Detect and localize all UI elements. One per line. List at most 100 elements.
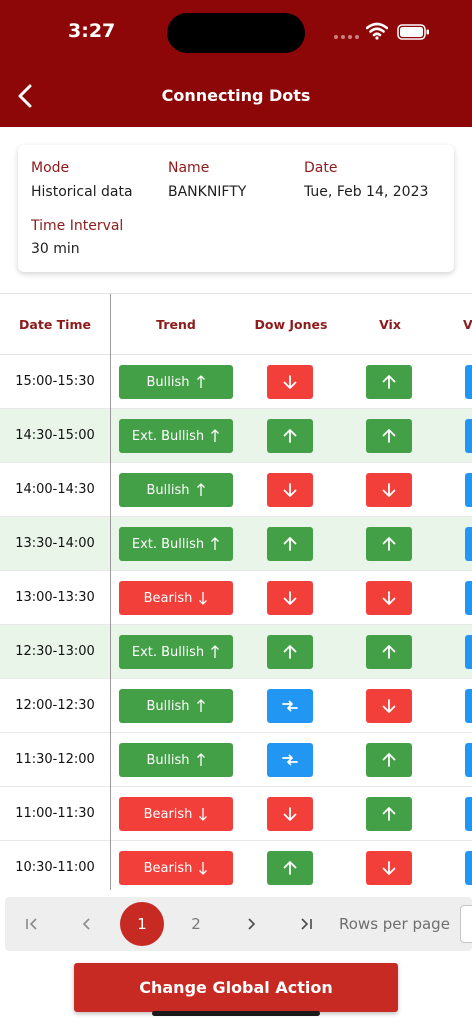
row-time: 13:00-13:30 bbox=[15, 590, 95, 605]
dow-jones-indicator[interactable] bbox=[267, 797, 313, 831]
vix-indicator[interactable] bbox=[366, 365, 412, 399]
trend-badge[interactable]: Bearish bbox=[119, 581, 233, 615]
next-column-indicator[interactable] bbox=[465, 743, 472, 777]
status-time: 3:27 bbox=[68, 20, 116, 42]
trend-badge[interactable]: Bearish bbox=[119, 851, 233, 885]
next-page-button[interactable] bbox=[234, 897, 268, 951]
trend-label: Bullish bbox=[146, 752, 190, 768]
rows-per-page-select[interactable] bbox=[460, 905, 472, 943]
mode-value: Historical data bbox=[31, 184, 133, 200]
trend-badge[interactable]: Bullish bbox=[119, 365, 233, 399]
arrow-up-icon bbox=[382, 537, 396, 551]
trend-label: Bullish bbox=[146, 482, 190, 498]
arrow-down-icon bbox=[382, 483, 396, 497]
row-time: 10:30-11:00 bbox=[15, 860, 95, 875]
vix-indicator[interactable] bbox=[366, 851, 412, 885]
data-table[interactable]: Date Time Trend Dow Jones Vix V 15:00-15… bbox=[0, 293, 472, 890]
trend-badge[interactable]: Bullish bbox=[119, 689, 233, 723]
vix-indicator[interactable] bbox=[366, 527, 412, 561]
trend-badge[interactable]: Bullish bbox=[119, 743, 233, 777]
previous-page-button[interactable] bbox=[70, 897, 104, 951]
next-column-indicator[interactable] bbox=[465, 689, 472, 723]
dow-jones-indicator[interactable] bbox=[267, 743, 313, 777]
table-row[interactable]: 12:30-13:00 Ext. Bullish bbox=[0, 625, 472, 679]
table-row[interactable]: 12:00-12:30 Bullish bbox=[0, 679, 472, 733]
app-header: 3:27 Connecting Dots bbox=[0, 0, 472, 127]
table-row[interactable]: 13:00-13:30 Bearish bbox=[0, 571, 472, 625]
next-column-indicator[interactable] bbox=[465, 797, 472, 831]
table-row[interactable]: 10:30-11:00 Bearish bbox=[0, 841, 472, 890]
dow-jones-indicator[interactable] bbox=[267, 581, 313, 615]
next-column-indicator[interactable] bbox=[465, 527, 472, 561]
current-page-button[interactable]: 1 bbox=[120, 902, 164, 946]
arrows-converge-icon bbox=[282, 754, 298, 766]
battery-icon bbox=[397, 24, 429, 40]
mode-label: Mode bbox=[31, 160, 70, 176]
first-page-button[interactable] bbox=[15, 897, 49, 951]
trend-badge[interactable]: Ext. Bullish bbox=[119, 635, 233, 669]
next-column-indicator[interactable] bbox=[465, 635, 472, 669]
arrow-down-icon bbox=[199, 592, 208, 605]
last-page-button[interactable] bbox=[289, 897, 323, 951]
pagination: 1 2 Rows per page bbox=[5, 897, 472, 951]
row-time: 14:30-15:00 bbox=[15, 428, 95, 443]
header-date-time: Date Time bbox=[19, 317, 91, 332]
arrow-down-icon bbox=[199, 862, 208, 875]
table-row[interactable]: 11:00-11:30 Bearish bbox=[0, 787, 472, 841]
trend-badge[interactable]: Ext. Bullish bbox=[119, 419, 233, 453]
trend-badge[interactable]: Ext. Bullish bbox=[119, 527, 233, 561]
table-row[interactable]: 14:30-15:00 Ext. Bullish bbox=[0, 409, 472, 463]
vix-indicator[interactable] bbox=[366, 635, 412, 669]
vix-indicator[interactable] bbox=[366, 419, 412, 453]
row-time: 13:30-14:00 bbox=[15, 536, 95, 551]
next-column-indicator[interactable] bbox=[465, 365, 472, 399]
vix-indicator[interactable] bbox=[366, 797, 412, 831]
table-row[interactable]: 11:30-12:00 Bullish bbox=[0, 733, 472, 787]
arrow-up-icon bbox=[382, 375, 396, 389]
name-value: BANKNIFTY bbox=[168, 184, 247, 200]
arrow-down-icon bbox=[283, 483, 297, 497]
page-title: Connecting Dots bbox=[161, 86, 311, 105]
next-column-indicator[interactable] bbox=[465, 581, 472, 615]
arrow-down-icon bbox=[382, 591, 396, 605]
vix-indicator[interactable] bbox=[366, 689, 412, 723]
vix-indicator[interactable] bbox=[366, 473, 412, 507]
arrow-down-icon bbox=[283, 807, 297, 821]
trend-label: Ext. Bullish bbox=[131, 644, 205, 660]
dow-jones-indicator[interactable] bbox=[267, 419, 313, 453]
trend-badge[interactable]: Bearish bbox=[119, 797, 233, 831]
arrow-up-icon bbox=[211, 537, 220, 550]
trend-badge[interactable]: Bullish bbox=[119, 473, 233, 507]
trend-label: Ext. Bullish bbox=[131, 536, 205, 552]
arrow-up-icon bbox=[382, 429, 396, 443]
table-row[interactable]: 13:30-14:00 Ext. Bullish bbox=[0, 517, 472, 571]
chevron-right-icon bbox=[248, 918, 256, 930]
arrows-converge-icon bbox=[282, 700, 298, 712]
next-column-indicator[interactable] bbox=[465, 851, 472, 885]
trend-label: Bearish bbox=[143, 860, 193, 876]
wifi-icon bbox=[366, 22, 388, 40]
header-dow-jones: Dow Jones bbox=[254, 317, 328, 332]
dow-jones-indicator[interactable] bbox=[267, 689, 313, 723]
dow-jones-indicator[interactable] bbox=[267, 635, 313, 669]
table-row[interactable]: 14:00-14:30 Bullish bbox=[0, 463, 472, 517]
arrow-down-icon bbox=[283, 375, 297, 389]
next-column-indicator[interactable] bbox=[465, 419, 472, 453]
dow-jones-indicator[interactable] bbox=[267, 473, 313, 507]
dow-jones-indicator[interactable] bbox=[267, 851, 313, 885]
row-time: 12:30-13:00 bbox=[15, 644, 95, 659]
interval-label: Time Interval bbox=[31, 218, 124, 234]
chevron-left-icon bbox=[82, 918, 90, 930]
change-global-action-button[interactable]: Change Global Action bbox=[74, 963, 398, 1012]
arrow-down-icon bbox=[382, 699, 396, 713]
dow-jones-indicator[interactable] bbox=[267, 527, 313, 561]
arrow-up-icon bbox=[283, 645, 297, 659]
table-row[interactable]: 15:00-15:30 Bullish bbox=[0, 355, 472, 409]
vix-indicator[interactable] bbox=[366, 581, 412, 615]
first-page-icon bbox=[26, 918, 37, 930]
vix-indicator[interactable] bbox=[366, 743, 412, 777]
dow-jones-indicator[interactable] bbox=[267, 365, 313, 399]
arrow-up-icon bbox=[283, 429, 297, 443]
next-column-indicator[interactable] bbox=[465, 473, 472, 507]
page-2-button[interactable]: 2 bbox=[179, 897, 213, 951]
